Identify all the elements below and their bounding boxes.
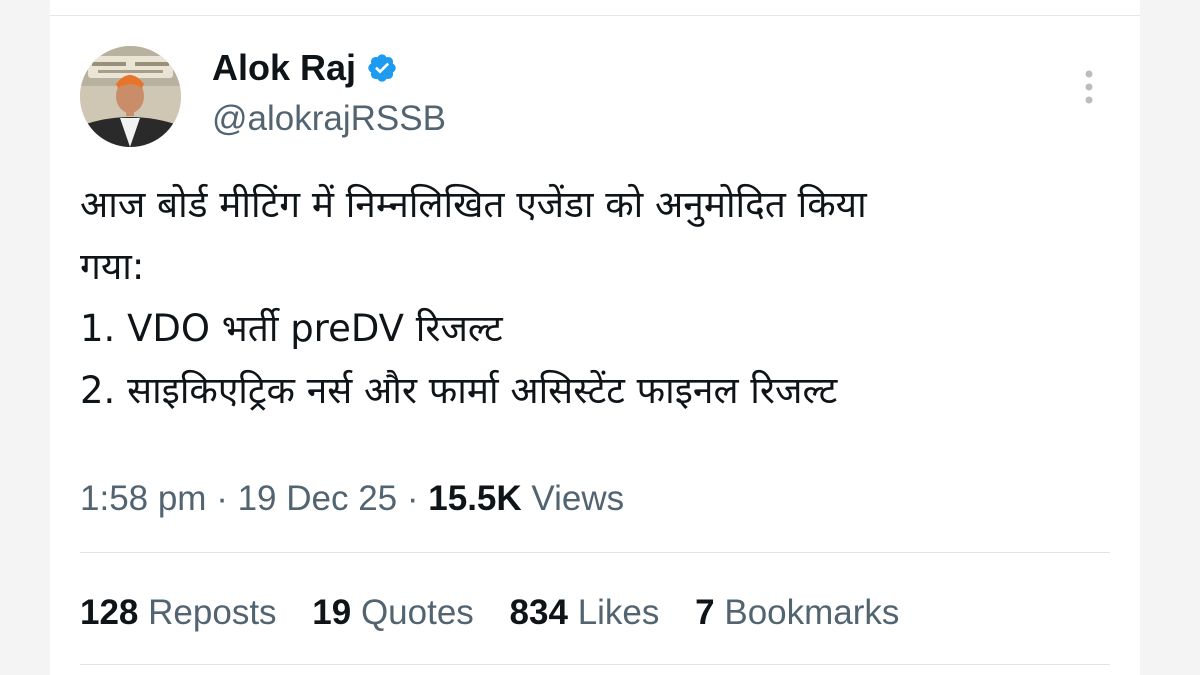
bookmarks-stat[interactable]: 7 Bookmarks [695, 590, 899, 636]
tweet-text-line: 2. साइकिएट्रिक नर्स और फार्मा असिस्टेंट … [80, 369, 838, 412]
likes-count: 834 [509, 593, 568, 632]
bookmarks-count: 7 [695, 593, 715, 632]
divider [80, 664, 1110, 665]
views-count: 15.5K [428, 479, 522, 518]
tweet-text-line: 1. VDO भर्ती preDV रिजल्ट [80, 307, 503, 350]
tweet-card: Alok Raj @alokrajRSSB आज बोर्ड मीटिंग मे… [50, 0, 1140, 675]
profile-photo-icon [80, 46, 181, 147]
divider [80, 552, 1110, 553]
quotes-label: Quotes [360, 593, 474, 632]
author-name[interactable]: Alok Raj [212, 46, 398, 90]
tweet-meta: 1:58 pm · 19 Dec 25 · 15.5K Views [80, 476, 624, 522]
reposts-label: Reposts [148, 593, 277, 632]
tweet-time[interactable]: 1:58 pm [80, 479, 206, 518]
tweet-text-line: आज बोर्ड मीटिंग में निम्नलिखित एजेंडा को… [80, 183, 867, 226]
likes-label: Likes [577, 593, 660, 632]
bookmarks-label: Bookmarks [724, 593, 900, 632]
verified-badge-icon [368, 54, 396, 82]
more-options-button[interactable] [1074, 66, 1104, 110]
reposts-stat[interactable]: 128 Reposts [80, 590, 277, 636]
author-handle[interactable]: @alokrajRSSB [212, 98, 446, 140]
meta-separator: · [406, 479, 419, 518]
tweet-date[interactable]: 19 Dec 25 [238, 479, 398, 518]
quotes-count: 19 [312, 593, 352, 632]
reposts-count: 128 [80, 593, 139, 632]
meta-separator: · [216, 479, 228, 518]
avatar[interactable] [80, 46, 181, 147]
divider [50, 15, 1140, 16]
quotes-stat[interactable]: 19 Quotes [312, 590, 474, 636]
tweet-text: आज बोर्ड मीटिंग में निम्नलिखित एजेंडा को… [80, 174, 1110, 422]
more-vertical-icon [1085, 70, 1093, 104]
engagement-stats: 128 Reposts 19 Quotes 834 Likes 7 Bookma… [80, 590, 925, 636]
likes-stat[interactable]: 834 Likes [510, 590, 660, 636]
views-label: Views [531, 479, 625, 518]
tweet-text-line: गया: [80, 245, 145, 288]
display-name-text[interactable]: Alok Raj [212, 46, 356, 90]
